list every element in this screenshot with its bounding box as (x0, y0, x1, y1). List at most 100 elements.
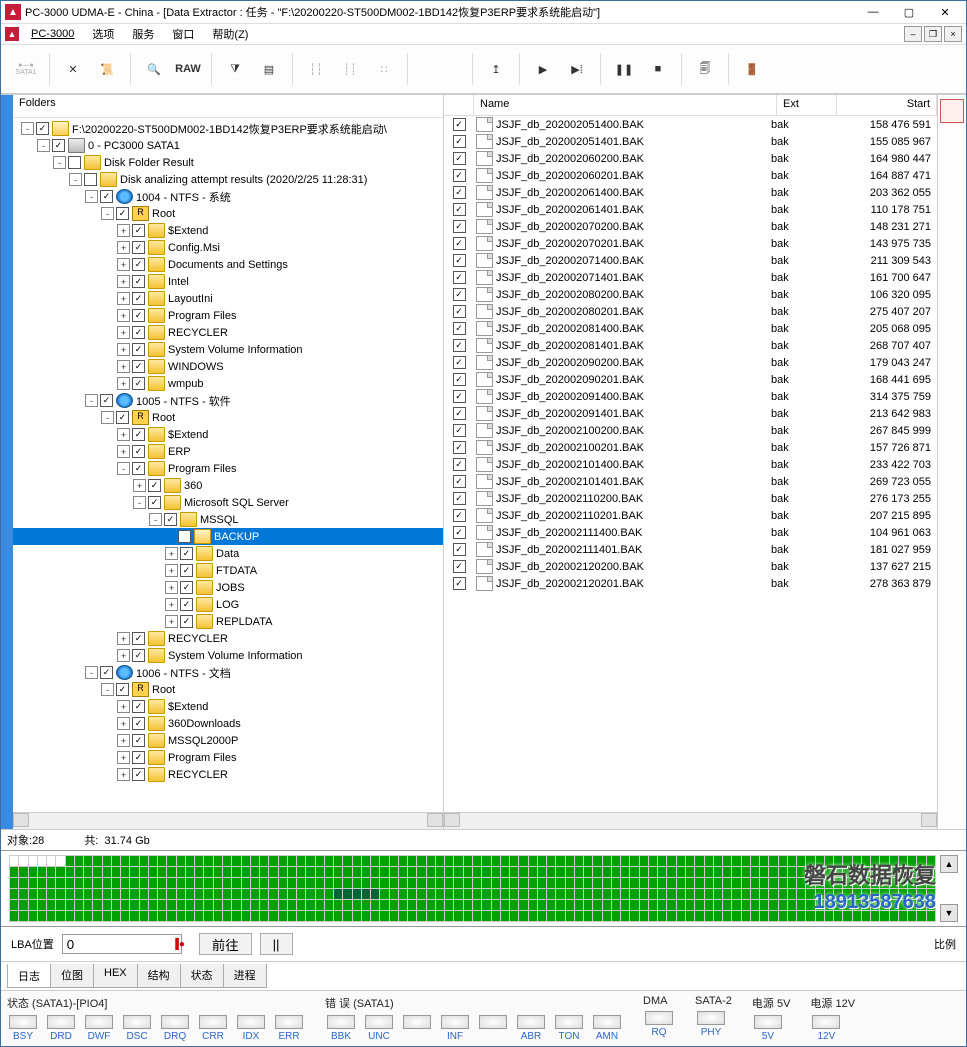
tree-checkbox[interactable]: ✓ (180, 564, 193, 577)
expand-toggle[interactable]: - (101, 207, 114, 220)
expand-toggle[interactable]: - (85, 666, 98, 679)
tree-node[interactable]: -✓MSSQL (13, 511, 443, 528)
expand-toggle[interactable]: + (117, 241, 130, 254)
tree-node[interactable]: +✓wmpub (13, 375, 443, 392)
tree-node[interactable]: +✓WINDOWS (13, 358, 443, 375)
expand-toggle[interactable]: + (117, 632, 130, 645)
file-checkbox[interactable]: ✓ (453, 186, 466, 199)
tree-node[interactable]: +✓360 (13, 477, 443, 494)
expand-toggle[interactable]: + (117, 734, 130, 747)
tree-node[interactable]: +✓RECYCLER (13, 630, 443, 647)
tree-checkbox[interactable] (84, 173, 97, 186)
file-checkbox[interactable]: ✓ (453, 356, 466, 369)
file-checkbox[interactable]: ✓ (453, 509, 466, 522)
sector-map[interactable] (9, 855, 936, 922)
tab-4[interactable]: 状态 (180, 964, 224, 988)
file-row[interactable]: ✓JSJF_db_202002081401.BAKbak268 707 407 (444, 337, 937, 354)
minimize-button[interactable]: — (856, 2, 890, 22)
file-row[interactable]: ✓JSJF_db_202002070201.BAKbak143 975 735 (444, 235, 937, 252)
child-restore-button[interactable]: ❐ (924, 26, 942, 42)
expand-toggle[interactable]: + (117, 360, 130, 373)
expand-toggle[interactable]: + (165, 547, 178, 560)
menu-window[interactable]: 窗口 (164, 24, 202, 44)
tree-checkbox[interactable]: ✓ (132, 428, 145, 441)
lba-input[interactable] (62, 934, 182, 954)
file-row[interactable]: ✓JSJF_db_202002051401.BAKbak155 085 967 (444, 133, 937, 150)
tools-icon[interactable]: ✕ (58, 52, 88, 86)
file-row[interactable]: ✓JSJF_db_202002120201.BAKbak278 363 879 (444, 575, 937, 592)
maximize-button[interactable]: ▢ (892, 2, 926, 22)
tree-checkbox[interactable]: ✓ (132, 462, 145, 475)
play-ext-icon[interactable]: ▶⁞ (562, 52, 592, 86)
raw-button[interactable]: RAW (173, 52, 203, 86)
tree-hscroll[interactable] (13, 812, 443, 829)
file-row[interactable]: ✓JSJF_db_202002110200.BAKbak276 173 255 (444, 490, 937, 507)
tree-checkbox[interactable]: ✓ (132, 326, 145, 339)
tree-node[interactable]: -✓RRoot (13, 205, 443, 222)
file-checkbox[interactable]: ✓ (453, 441, 466, 454)
tree-node[interactable]: -✓F:\20200220-ST500DM002-1BD142恢复P3ERP要求… (13, 120, 443, 137)
pause-icon[interactable]: ❚❚ (609, 52, 639, 86)
tree-checkbox[interactable]: ✓ (132, 632, 145, 645)
file-checkbox[interactable]: ✓ (453, 390, 466, 403)
tree-checkbox[interactable]: ✓ (180, 581, 193, 594)
expand-toggle[interactable]: + (117, 292, 130, 305)
tree-node[interactable]: +✓$Extend (13, 426, 443, 443)
tree-node[interactable]: +✓ERP (13, 443, 443, 460)
tree-node[interactable]: +✓System Volume Information (13, 647, 443, 664)
file-row[interactable]: ✓JSJF_db_202002061401.BAKbak110 178 751 (444, 201, 937, 218)
file-row[interactable]: ✓JSJF_db_202002090200.BAKbak179 043 247 (444, 354, 937, 371)
layers-icon[interactable]: ▤ (254, 52, 284, 86)
file-checkbox[interactable]: ✓ (453, 526, 466, 539)
file-checkbox[interactable]: ✓ (453, 560, 466, 573)
file-row[interactable]: ✓JSJF_db_202002081400.BAKbak205 068 095 (444, 320, 937, 337)
tree-node[interactable]: +✓System Volume Information (13, 341, 443, 358)
file-checkbox[interactable]: ✓ (453, 475, 466, 488)
expand-toggle[interactable]: + (117, 751, 130, 764)
expand-toggle[interactable]: + (117, 275, 130, 288)
expand-toggle[interactable]: + (117, 343, 130, 356)
file-checkbox[interactable]: ✓ (453, 458, 466, 471)
export-icon[interactable]: ↥ (481, 52, 511, 86)
tree-checkbox[interactable]: ✓ (148, 479, 161, 492)
file-row[interactable]: ✓JSJF_db_202002080201.BAKbak275 407 207 (444, 303, 937, 320)
tree-node[interactable]: +✓JOBS (13, 579, 443, 596)
tree-checkbox[interactable]: ✓ (36, 122, 49, 135)
expand-toggle[interactable]: + (117, 377, 130, 390)
file-row[interactable]: ✓JSJF_db_202002071401.BAKbak161 700 647 (444, 269, 937, 286)
file-checkbox[interactable]: ✓ (453, 169, 466, 182)
go-button[interactable]: 前往 (199, 933, 252, 955)
file-checkbox[interactable]: ✓ (453, 424, 466, 437)
tab-3[interactable]: 结构 (137, 964, 181, 988)
tree-checkbox[interactable]: ✓ (100, 666, 113, 679)
file-row[interactable]: ✓JSJF_db_202002060200.BAKbak164 980 447 (444, 150, 937, 167)
col-start[interactable]: Start (837, 95, 937, 115)
tree-node[interactable]: -✓1006 - NTFS - 文档 (13, 664, 443, 681)
file-checkbox[interactable]: ✓ (453, 322, 466, 335)
child-minimize-button[interactable]: – (904, 26, 922, 42)
tree-checkbox[interactable]: ✓ (132, 649, 145, 662)
exit-icon[interactable]: 🚪 (737, 52, 767, 86)
tab-0[interactable]: 日志 (7, 964, 51, 988)
tree-node[interactable]: +✓MSSQL2000P (13, 732, 443, 749)
file-row[interactable]: ✓JSJF_db_202002061400.BAKbak203 362 055 (444, 184, 937, 201)
tree-checkbox[interactable] (68, 156, 81, 169)
tree-checkbox[interactable]: ✓ (178, 530, 191, 543)
menu-service[interactable]: 服务 (124, 24, 162, 44)
file-checkbox[interactable]: ✓ (453, 152, 466, 165)
expand-toggle[interactable]: - (69, 173, 82, 186)
tree-node[interactable]: -✓Program Files (13, 460, 443, 477)
tree-node[interactable]: +✓Documents and Settings (13, 256, 443, 273)
tree-checkbox[interactable]: ✓ (180, 547, 193, 560)
file-row[interactable]: ✓JSJF_db_202002091401.BAKbak213 642 983 (444, 405, 937, 422)
expand-toggle[interactable]: + (117, 224, 130, 237)
file-checkbox[interactable]: ✓ (453, 407, 466, 420)
file-checkbox[interactable]: ✓ (453, 543, 466, 556)
expand-toggle[interactable]: + (117, 258, 130, 271)
file-row[interactable]: ✓JSJF_db_202002060201.BAKbak164 887 471 (444, 167, 937, 184)
db-icon[interactable] (940, 99, 964, 123)
tree-checkbox[interactable]: ✓ (132, 275, 145, 288)
file-checkbox[interactable]: ✓ (453, 288, 466, 301)
pause-button[interactable]: || (260, 933, 293, 955)
tree-checkbox[interactable]: ✓ (132, 360, 145, 373)
